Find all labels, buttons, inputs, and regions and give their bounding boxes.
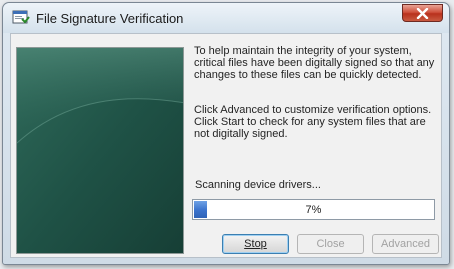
stop-button-label: Stop (244, 238, 267, 250)
title-bar[interactable]: File Signature Verification (3, 3, 449, 33)
advanced-button-label: Advanced (381, 238, 430, 250)
status-text: Scanning device drivers... (195, 179, 321, 191)
description-paragraph-1: To help maintain the integrity of your s… (194, 45, 435, 81)
description-paragraph-2: Click Advanced to customize verification… (194, 104, 432, 140)
progress-label: 7% (305, 204, 322, 216)
close-window-button[interactable] (402, 4, 443, 22)
close-icon (416, 8, 429, 19)
advanced-button[interactable]: Advanced (372, 234, 439, 254)
dialog-body: To help maintain the integrity of your s… (10, 33, 442, 258)
side-graphic-panel (16, 47, 184, 254)
close-button-label: Close (316, 238, 345, 250)
progress-bar: 7% (192, 199, 435, 220)
window-title: File Signature Verification (36, 11, 184, 26)
close-button[interactable]: Close (297, 234, 364, 254)
app-window-icon (12, 10, 30, 26)
stop-button[interactable]: Stop (222, 234, 289, 254)
dialog-window: File Signature Verification To help main… (2, 2, 450, 265)
